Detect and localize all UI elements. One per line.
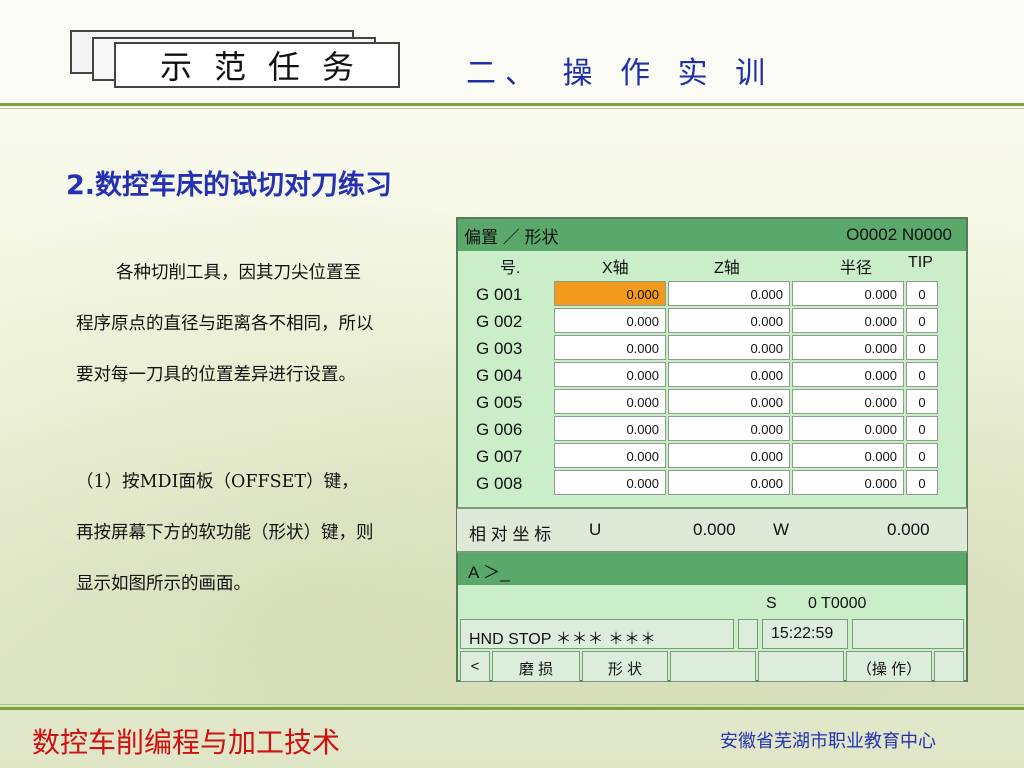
table-row: G 001 0.000 0.000 0.000 0 [458,281,966,308]
offset-z-cell[interactable]: 0.000 [668,416,790,441]
offset-tip-cell[interactable]: 0 [906,470,938,495]
offset-x-cell[interactable]: 0.000 [554,416,666,441]
offset-radius-cell[interactable]: 0.000 [792,389,904,414]
table-row: G 005 0.000 0.000 0.000 0 [458,389,966,416]
col-header-z: Z轴 [714,260,740,277]
task-badge: 示范任务 [114,42,400,88]
offset-number: G 005 [476,393,523,412]
softkey-left-arrow[interactable]: < [460,651,490,682]
offset-tip-cell[interactable]: 0 [906,308,938,333]
instruction-paragraph-1: 各种切削工具，因其刀尖位置至程序原点的直径与距离各不相同，所以要对每一刀具的位置… [76,263,374,385]
u-axis-value: 0.000 [693,520,736,539]
offset-radius-cell[interactable]: 0.000 [792,470,904,495]
header-divider-thin [0,108,1024,109]
softkey-wear[interactable]: 磨 损 [492,651,580,682]
command-prompt: A ＞_ [468,563,510,582]
table-row: G 006 0.000 0.000 0.000 0 [458,416,966,443]
offset-tip-cell[interactable]: 0 [906,335,938,360]
w-axis-label: W [773,520,790,539]
offset-tip-cell[interactable]: 0 [906,416,938,441]
status-empty-cell [852,619,964,649]
offset-radius-cell[interactable]: 0.000 [792,335,904,360]
col-header-no: 号. [500,260,521,277]
softkey-shape[interactable]: 形 状 [582,651,668,682]
table-row: G 004 0.000 0.000 0.000 0 [458,362,966,389]
command-input-bar[interactable]: A ＞_ [458,553,966,585]
offset-z-cell[interactable]: 0.000 [668,335,790,360]
task-badge-text: 示范任务 [159,48,376,86]
w-axis-value: 0.000 [887,520,930,539]
spindle-tool-status: S 0 T0000 [458,593,966,617]
table-row: G 002 0.000 0.000 0.000 0 [458,308,966,335]
offset-radius-cell[interactable]: 0.000 [792,443,904,468]
screen-title: 偏置 ／ 形状 [464,227,559,247]
mode-status: HND STOP ＊＊＊ ＊＊＊ [460,619,734,649]
offset-tip-cell[interactable]: 0 [906,443,938,468]
col-header-radius: 半径 [840,260,873,277]
offset-x-cell[interactable]: 0.000 [554,389,666,414]
col-header-x: X轴 [602,260,629,277]
offset-table-header: 号. X轴 Z轴 半径 TIP [458,254,966,278]
offset-z-cell[interactable]: 0.000 [668,389,790,414]
offset-number: G 004 [476,366,523,385]
softkey-empty-3[interactable] [670,651,756,682]
clock-display: 15:22:59 [762,619,848,649]
offset-radius-cell[interactable]: 0.000 [792,362,904,387]
instruction-paragraph-2: （1）按MDI面板（OFFSET）键，再按屏幕下方的软功能（形状）键，则显示如图… [76,472,374,594]
offset-z-cell[interactable]: 0.000 [668,362,790,387]
program-number: O0002 N0000 [846,225,952,244]
offset-z-cell[interactable]: 0.000 [668,443,790,468]
offset-radius-cell[interactable]: 0.000 [792,416,904,441]
softkey-right-blank[interactable] [934,651,964,682]
relative-coordinates: 相 对 坐 标 U 0.000 W 0.000 [457,507,967,553]
offset-x-cell[interactable]: 0.000 [554,308,666,333]
softkey-operate[interactable]: （操 作） [846,651,932,682]
table-row: G 007 0.000 0.000 0.000 0 [458,443,966,470]
course-title: 数控车削编程与加工技术 [32,726,341,759]
status-blank-cell [738,619,758,649]
cnc-offset-screen: 偏置 ／ 形状 O0002 N0000 号. X轴 Z轴 半径 TIP G 00… [456,217,968,682]
offset-number: G 006 [476,420,523,439]
offset-radius-cell[interactable]: 0.000 [792,281,904,306]
u-axis-label: U [589,520,602,539]
offset-number: G 007 [476,447,523,466]
table-row: G 008 0.000 0.000 0.000 0 [458,470,966,497]
institution-name: 安徽省芜湖市职业教育中心 [720,731,936,752]
offset-z-cell[interactable]: 0.000 [668,281,790,306]
offset-number: G 001 [476,285,523,304]
offset-number: G 008 [476,474,523,493]
offset-tip-cell[interactable]: 0 [906,281,938,306]
offset-number: G 002 [476,312,523,331]
footer-divider-thin [0,704,1024,705]
offset-x-cell[interactable]: 0.000 [554,362,666,387]
offset-z-cell[interactable]: 0.000 [668,470,790,495]
page-heading: 2.数控车床的试切对刀练习 [66,170,393,201]
offset-z-cell[interactable]: 0.000 [668,308,790,333]
slide-header: 示范任务 二、 操 作 实 训 [0,0,1024,110]
offset-radius-cell[interactable]: 0.000 [792,308,904,333]
offset-number: G 003 [476,339,523,358]
section-title: 二、 操 作 实 训 [466,56,775,91]
col-header-tip: TIP [908,254,933,271]
relative-label: 相 对 坐 标 [469,525,552,544]
table-row: G 003 0.000 0.000 0.000 0 [458,335,966,362]
offset-x-cell-selected[interactable]: 0.000 [554,281,666,306]
cnc-title-bar: 偏置 ／ 形状 O0002 N0000 [458,219,966,251]
offset-x-cell[interactable]: 0.000 [554,443,666,468]
softkey-empty-4[interactable] [758,651,844,682]
offset-tip-cell[interactable]: 0 [906,362,938,387]
offset-x-cell[interactable]: 0.000 [554,470,666,495]
footer-divider [0,707,1024,710]
offset-tip-cell[interactable]: 0 [906,389,938,414]
header-divider [0,103,1024,106]
offset-x-cell[interactable]: 0.000 [554,335,666,360]
spindle-label: S [766,595,777,612]
spindle-tool-value: 0 T0000 [808,595,867,612]
